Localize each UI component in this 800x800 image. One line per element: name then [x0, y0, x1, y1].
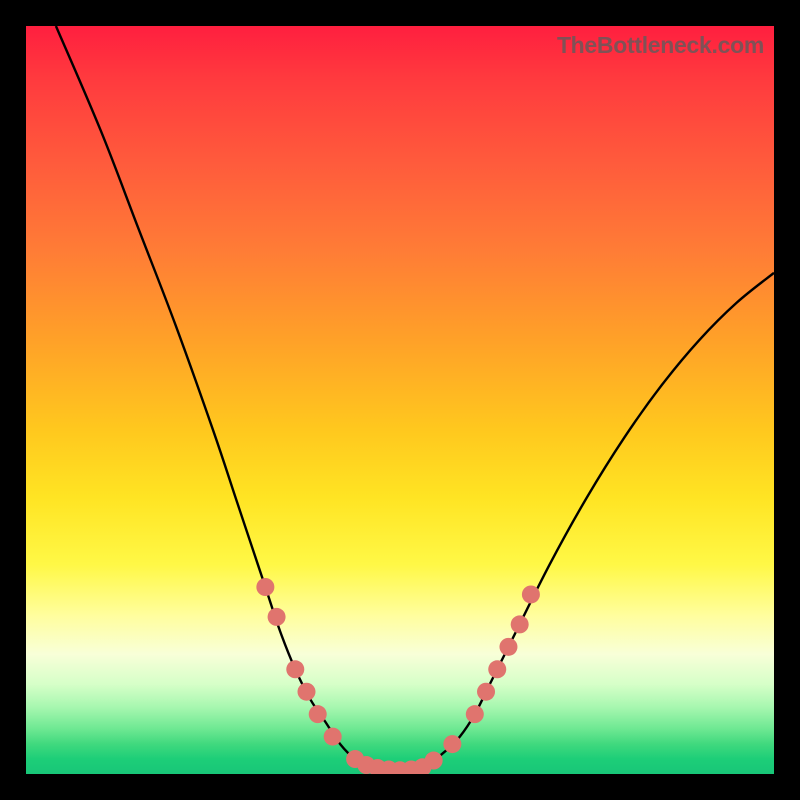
curve-marker — [380, 761, 398, 774]
curve-marker — [268, 608, 286, 626]
curve-marker — [298, 683, 316, 701]
curve-marker — [466, 705, 484, 723]
chart-frame: TheBottleneck.com — [0, 0, 800, 800]
curve-marker — [477, 683, 495, 701]
curve-marker — [346, 750, 364, 768]
curve-marker — [499, 638, 517, 656]
curve-marker — [522, 585, 540, 603]
curve-marker — [369, 759, 387, 774]
curve-layer — [26, 26, 774, 774]
curve-marker — [256, 578, 274, 596]
curve-marker — [286, 660, 304, 678]
watermark-text: TheBottleneck.com — [557, 32, 764, 59]
curve-marker — [488, 660, 506, 678]
marker-group — [256, 578, 540, 774]
curve-marker — [511, 615, 529, 633]
plot-area: TheBottleneck.com — [26, 26, 774, 774]
curve-marker — [391, 761, 409, 774]
bottleneck-curve — [56, 26, 774, 771]
curve-marker — [413, 758, 431, 774]
curve-marker — [425, 752, 443, 770]
curve-marker — [402, 761, 420, 774]
curve-marker — [324, 728, 342, 746]
curve-marker — [309, 705, 327, 723]
curve-marker — [443, 735, 461, 753]
curve-marker — [357, 756, 375, 774]
